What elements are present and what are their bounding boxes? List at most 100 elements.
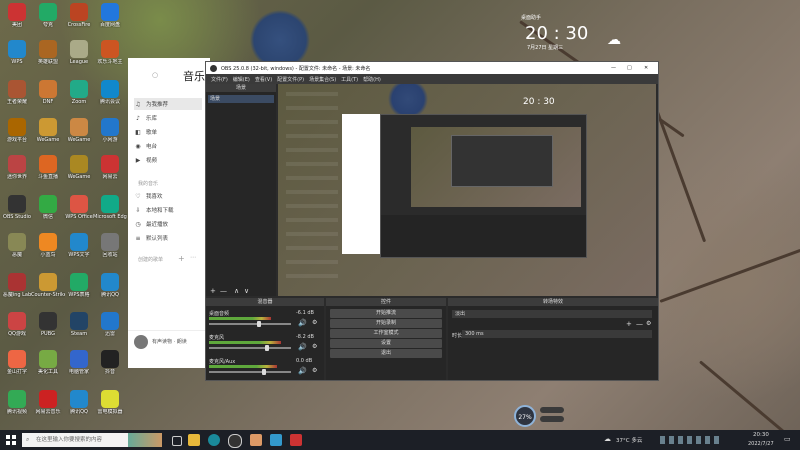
studio-mode-button[interactable]: 工作室模式 [330,329,442,338]
desktop-icon[interactable]: 回收站 [93,233,127,258]
obs-window[interactable]: OBS 25.0.8 (32-bit, windows) - 配置文件: 未命名… [205,61,659,381]
volume-slider[interactable] [209,371,291,373]
desktop-icon[interactable]: 美团 [0,3,34,28]
music-search-icon[interactable]: ○ [152,71,158,79]
desktop-icon[interactable]: WPS表格 [62,273,96,298]
desktop-icon[interactable]: 美化工具 [31,350,65,375]
volume-slider-knob[interactable] [257,321,261,327]
mixer-gear-icon[interactable]: ⚙ [312,367,317,374]
desktop-icon[interactable]: 小蓝鸟 [31,233,65,258]
my-music-item[interactable]: ♡ 我喜欢 [134,190,202,202]
performance-widget[interactable]: 27% [514,405,568,429]
music-nav-item[interactable]: ◧ 歌单 [134,126,202,138]
duration-field[interactable]: 300 ms [462,330,652,338]
obs-titlebar[interactable]: OBS 25.0.8 (32-bit, windows) - 配置文件: 未命名… [206,62,658,74]
desktop-icon[interactable]: QQ游戏 [0,312,34,337]
desktop-icon[interactable]: WeGame [62,155,96,180]
desktop-icon[interactable]: WPS文字 [62,233,96,258]
add-playlist-icon[interactable]: + [178,254,185,263]
my-music-item[interactable]: ⇩ 本地和下载 [134,204,202,216]
desktop-icon[interactable]: 夸克 [31,3,65,28]
app-taskbar-icon-1[interactable] [250,434,262,446]
desktop-icon[interactable]: League [62,40,96,65]
start-streaming-button[interactable]: 开始推流 [330,309,442,318]
desktop-icon[interactable]: 游戏平台 [0,118,34,143]
add-transition-button[interactable]: + [626,320,632,328]
obs-menu-item[interactable]: 工具(T) [341,76,358,83]
windows-start-icon[interactable] [6,435,16,445]
volume-slider[interactable] [209,323,291,325]
desktop-icon[interactable]: 恶魔 [0,233,34,258]
mixer-gear-icon[interactable]: ⚙ [312,319,317,326]
obs-menu-item[interactable]: 查看(V) [255,76,272,83]
desktop-icon[interactable]: 小网游 [93,118,127,143]
tray-icons[interactable] [660,436,720,444]
desktop-icon[interactable]: PUBG [31,312,65,337]
volume-slider-knob[interactable] [265,345,269,351]
music-nav-item[interactable]: ◉ 电台 [134,140,202,152]
album-cover[interactable] [134,335,148,349]
volume-slider-knob[interactable] [262,369,266,375]
task-view-icon[interactable] [172,436,182,446]
start-recording-button[interactable]: 开始录制 [330,319,442,328]
mixer-gear-icon[interactable]: ⚙ [312,343,317,350]
desktop-icon[interactable]: 腾讯QQ [93,273,127,298]
desktop-icon[interactable]: 网易云 [93,155,127,180]
obs-preview-canvas[interactable]: 20 : 30 [278,84,656,296]
obs-menu-item[interactable]: 文件(F) [211,76,228,83]
desktop-icon[interactable]: WeGame [62,118,96,143]
desktop-icon[interactable]: 迷你世界 [0,155,34,180]
desktop-icon[interactable]: 腾讯会议 [93,80,127,105]
now-playing-bar[interactable]: 有声读物 · 朗读 [128,330,210,353]
desktop-icon[interactable]: 恶魔ing Lab [0,273,34,298]
close-button[interactable]: ✕ [644,65,648,71]
my-music-item[interactable]: ≡ 默认列表 [134,232,202,244]
music-nav-item[interactable]: ♫ 为我推荐 [134,98,202,110]
desktop-icon[interactable]: 抖音 [93,350,127,375]
notification-icon[interactable]: ▭ [784,435,791,443]
my-music-item[interactable]: ◷ 最近播放 [134,218,202,230]
file-explorer-icon[interactable] [188,434,200,446]
exit-button[interactable]: 退出 [330,349,442,358]
scene-list-item[interactable]: 场景 [208,95,274,103]
music-app-window[interactable]: ○ 音乐 ♫ 为我推荐 ♪ 乐库 ◧ 歌单 ◉ 电台 ▶ 视频 我的音乐 ♡ 我喜欢 ⇩ 本地和下载 ◷ 最… [128,58,210,368]
desktop-icon[interactable]: 金山打字 [0,350,34,375]
desktop-icon[interactable]: WPS Office [62,195,96,220]
move-down-button[interactable]: ∨ [244,287,249,295]
transition-select[interactable]: 淡出 [452,310,652,318]
obs-menu-item[interactable]: 场景集合(S) [309,76,336,83]
desktop-icon[interactable]: 欢乐斗地主 [93,40,127,65]
desktop-icon[interactable]: 腾讯视频 [0,390,34,415]
desktop-icon[interactable]: 斗鱼直播 [31,155,65,180]
desktop-icon[interactable]: 腾讯QQ [62,390,96,415]
desktop-icon[interactable]: 百度网盘 [93,3,127,28]
desktop-icon[interactable]: CrossFire [62,3,96,28]
taskbar-date[interactable]: 2022/7/27 [748,441,774,447]
desktop-icon[interactable]: 迅雷 [93,312,127,337]
desktop-icon[interactable]: 电脑管家 [62,350,96,375]
desktop-icon[interactable]: Counter-Strike [31,273,65,298]
desktop-icon[interactable]: Microsoft Edge [93,195,127,220]
desktop-icon[interactable]: 英雄联盟 [31,40,65,65]
maximize-button[interactable]: □ [627,65,632,71]
weather-text[interactable]: 37°C 多云 [616,436,642,444]
desktop-icon[interactable]: DNF [31,80,65,105]
desktop-icon[interactable]: OBS Studio [0,195,34,220]
app-taskbar-icon-3[interactable] [290,434,302,446]
add-scene-button[interactable]: + [210,287,216,295]
desktop-icon[interactable]: Steam [62,312,96,337]
remove-scene-button[interactable]: — [220,287,227,295]
move-up-button[interactable]: ∧ [234,287,239,295]
minimize-button[interactable]: — [611,65,616,71]
obs-menu-item[interactable]: 编辑(E) [233,76,250,83]
desktop-icon[interactable]: 雷电模拟器 [93,390,127,415]
desktop-icon[interactable]: WPS [0,40,34,65]
taskbar-time[interactable]: 20:30 [753,432,769,438]
speaker-icon[interactable]: 🔊 [298,319,307,327]
desktop-icon[interactable]: WeGame [31,118,65,143]
speaker-icon[interactable]: 🔊 [298,343,307,351]
settings-button[interactable]: 设置 [330,339,442,348]
speaker-icon[interactable]: 🔊 [298,367,307,375]
weather-icon[interactable]: ☁ [604,435,611,443]
volume-slider[interactable] [209,347,291,349]
